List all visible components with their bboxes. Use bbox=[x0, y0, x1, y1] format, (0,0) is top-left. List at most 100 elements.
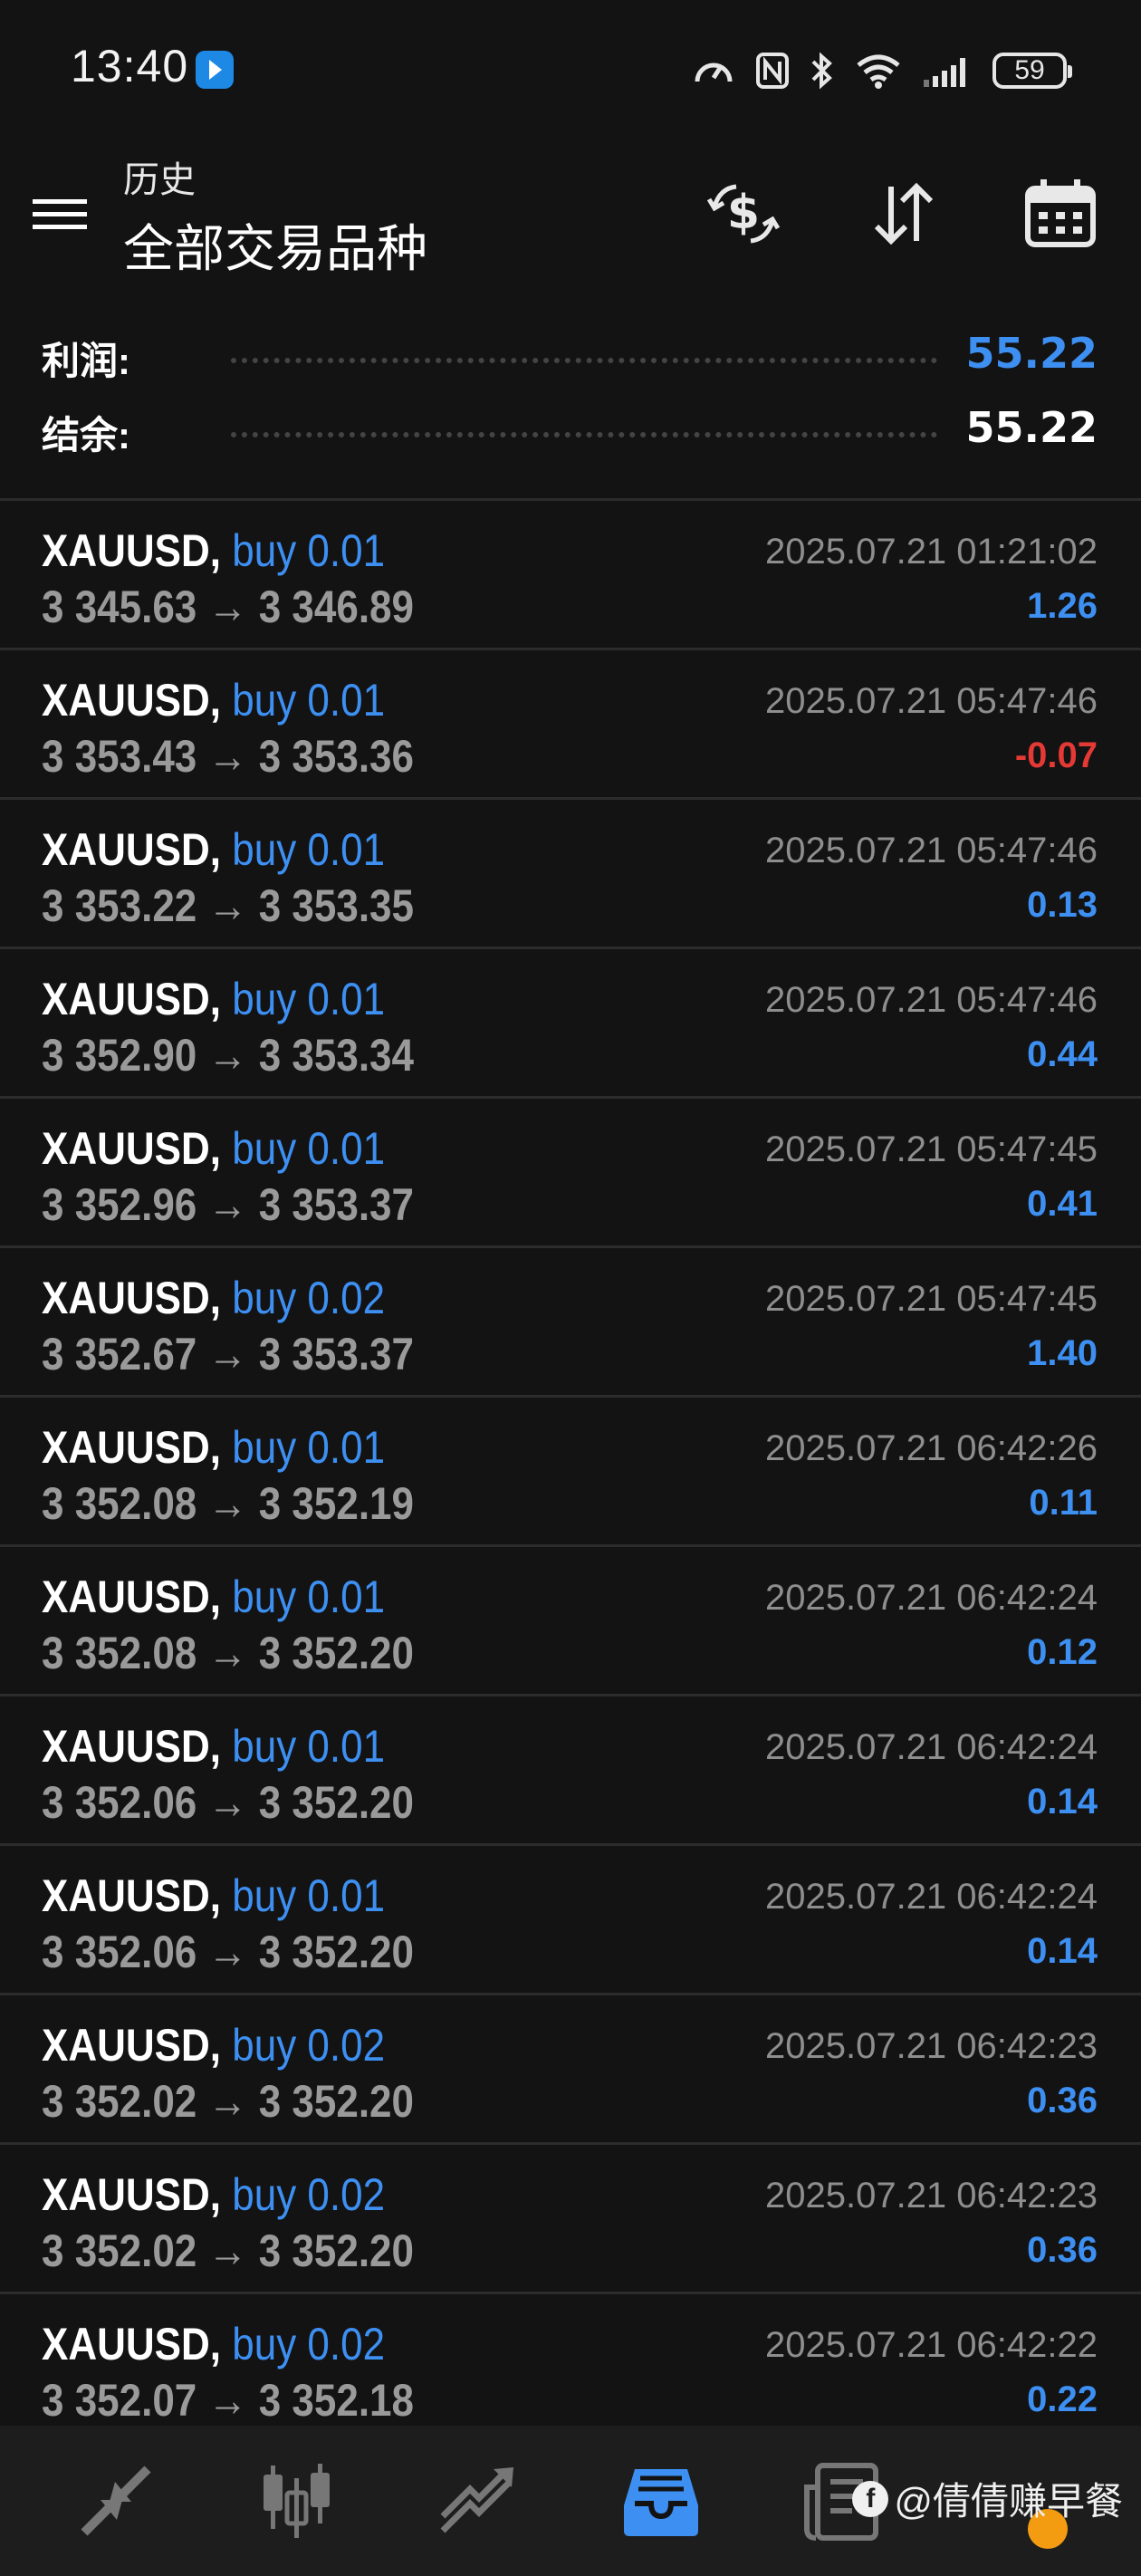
calendar-icon bbox=[1025, 179, 1096, 247]
trade-prices: 3 353.43 → 3 353.36 bbox=[42, 731, 415, 782]
calendar-button[interactable] bbox=[1019, 172, 1102, 255]
currency-exchange-icon: $ bbox=[706, 184, 781, 244]
status-time: 13:40 bbox=[71, 41, 189, 91]
trade-time: 2025.07.21 05:47:45 bbox=[764, 1279, 1098, 1319]
trade-profit: 0.41 bbox=[1027, 1184, 1098, 1224]
symbol-name: XAUUSD, bbox=[42, 1870, 222, 1921]
symbol-name: XAUUSD, bbox=[42, 675, 222, 726]
trade-prices: 3 352.07 → 3 352.18 bbox=[42, 2375, 415, 2426]
trade-side-volume: buy 0.01 bbox=[232, 525, 386, 576]
nav-quotes[interactable] bbox=[71, 2460, 161, 2542]
trade-symbol: XAUUSD, buy 0.01 bbox=[42, 1421, 385, 1474]
trade-time: 2025.07.21 05:47:46 bbox=[764, 681, 1098, 721]
trade-row[interactable]: XAUUSD, buy 0.01 3 352.06 → 3 352.20 2025.… bbox=[0, 1697, 1141, 1846]
app-notification-icon bbox=[196, 51, 234, 89]
sort-button[interactable] bbox=[862, 172, 945, 255]
symbol-name: XAUUSD, bbox=[42, 2020, 222, 2071]
status-bar: 13:40 59 bbox=[0, 0, 1141, 136]
bluetooth-icon bbox=[811, 52, 832, 90]
page-title[interactable]: 全部交易品种 bbox=[123, 208, 427, 282]
trade-row[interactable]: XAUUSD, buy 0.02 3 352.02 → 3 352.20 2025.… bbox=[0, 1995, 1141, 2145]
trade-symbol: XAUUSD, buy 0.01 bbox=[42, 823, 385, 876]
trade-time: 2025.07.21 06:42:24 bbox=[764, 1727, 1098, 1767]
trade-prices: 3 352.08 → 3 352.20 bbox=[42, 1628, 415, 1678]
app-bar: 历史 全部交易品种 $ bbox=[0, 136, 1141, 303]
status-icons: 59 bbox=[692, 45, 1072, 96]
trade-row[interactable]: XAUUSD, buy 0.02 3 352.07 → 3 352.18 2025.… bbox=[0, 2294, 1141, 2444]
trade-time: 2025.07.21 06:42:23 bbox=[764, 2176, 1098, 2216]
sort-icon bbox=[874, 182, 934, 245]
trade-profit: 0.44 bbox=[1027, 1034, 1098, 1074]
trade-side-volume: buy 0.02 bbox=[232, 1273, 386, 1323]
trade-side-volume: buy 0.01 bbox=[232, 974, 386, 1024]
profit-dots bbox=[231, 358, 937, 363]
trade-side-volume: buy 0.02 bbox=[232, 2020, 386, 2071]
trade-time: 2025.07.21 05:47:46 bbox=[764, 831, 1098, 870]
candlestick-chart-icon bbox=[264, 2464, 330, 2538]
symbol-name: XAUUSD, bbox=[42, 974, 222, 1024]
trade-row[interactable]: XAUUSD, buy 0.02 3 352.67 → 3 353.37 2025.… bbox=[0, 1248, 1141, 1398]
trade-prices: 3 353.22 → 3 353.35 bbox=[42, 880, 415, 931]
trade-side-volume: buy 0.02 bbox=[232, 2319, 386, 2369]
trade-symbol: XAUUSD, buy 0.02 bbox=[42, 2019, 385, 2071]
balance-dots bbox=[231, 432, 937, 437]
menu-icon bbox=[33, 199, 87, 229]
trade-profit: 0.11 bbox=[1029, 1483, 1098, 1523]
trade-row[interactable]: XAUUSD, buy 0.01 3 352.08 → 3 352.20 2025.… bbox=[0, 1547, 1141, 1697]
nav-chart[interactable] bbox=[252, 2460, 342, 2542]
trade-side-volume: buy 0.01 bbox=[232, 1572, 386, 1622]
trade-prices: 3 345.63 → 3 346.89 bbox=[42, 582, 415, 632]
trade-list: XAUUSD, buy 0.01 3 345.63 → 3 346.89 2025.… bbox=[0, 501, 1141, 2444]
trade-side-volume: buy 0.01 bbox=[232, 1422, 386, 1473]
page-subtitle: 历史 bbox=[123, 160, 196, 200]
trade-symbol: XAUUSD, buy 0.02 bbox=[42, 2318, 385, 2370]
trade-time: 2025.07.21 01:21:02 bbox=[764, 532, 1098, 572]
symbol-name: XAUUSD, bbox=[42, 1273, 222, 1323]
balance-row: 结余: 55.22 bbox=[0, 396, 1141, 459]
wifi-icon bbox=[857, 54, 900, 89]
trade-side-volume: buy 0.02 bbox=[232, 2169, 386, 2220]
trade-row[interactable]: XAUUSD, buy 0.01 3 345.63 → 3 346.89 2025.… bbox=[0, 501, 1141, 650]
balance-label: 结余: bbox=[42, 414, 130, 457]
trade-row[interactable]: XAUUSD, buy 0.01 3 352.06 → 3 352.20 2025.… bbox=[0, 1846, 1141, 1995]
nav-history[interactable] bbox=[616, 2460, 706, 2542]
trade-time: 2025.07.21 05:47:45 bbox=[764, 1129, 1098, 1169]
menu-button[interactable] bbox=[31, 185, 89, 243]
profit-value: 55.22 bbox=[965, 329, 1098, 378]
trade-profit: 0.36 bbox=[1027, 2230, 1098, 2270]
trade-prices: 3 352.96 → 3 353.37 bbox=[42, 1179, 415, 1230]
symbol-name: XAUUSD, bbox=[42, 1721, 222, 1772]
symbol-name: XAUUSD, bbox=[42, 1572, 222, 1622]
trade-row[interactable]: XAUUSD, buy 0.01 3 352.90 → 3 353.34 2025.… bbox=[0, 949, 1141, 1099]
trade-row[interactable]: XAUUSD, buy 0.01 3 352.08 → 3 352.19 2025.… bbox=[0, 1398, 1141, 1547]
trade-profit: -0.07 bbox=[1014, 735, 1098, 775]
trade-row[interactable]: XAUUSD, buy 0.01 3 353.43 → 3 353.36 2025.… bbox=[0, 650, 1141, 800]
trade-profit: 0.36 bbox=[1027, 2081, 1098, 2120]
trade-row[interactable]: XAUUSD, buy 0.02 3 352.02 → 3 352.20 2025.… bbox=[0, 2145, 1141, 2294]
trade-side-volume: buy 0.01 bbox=[232, 1870, 386, 1921]
trade-symbol: XAUUSD, buy 0.02 bbox=[42, 2168, 385, 2221]
trade-symbol: XAUUSD, buy 0.01 bbox=[42, 1720, 385, 1773]
symbol-name: XAUUSD, bbox=[42, 1123, 222, 1174]
symbol-name: XAUUSD, bbox=[42, 525, 222, 576]
trade-row[interactable]: XAUUSD, buy 0.01 3 352.96 → 3 353.37 2025.… bbox=[0, 1099, 1141, 1248]
trade-prices: 3 352.02 → 3 352.20 bbox=[42, 2225, 415, 2276]
nav-trade[interactable] bbox=[433, 2460, 523, 2542]
weibo-logo-icon: f bbox=[852, 2480, 889, 2517]
trade-row[interactable]: XAUUSD, buy 0.01 3 353.22 → 3 353.35 2025.… bbox=[0, 800, 1141, 949]
trade-time: 2025.07.21 05:47:46 bbox=[764, 980, 1098, 1020]
trade-time: 2025.07.21 06:42:23 bbox=[764, 2026, 1098, 2066]
speed-icon bbox=[695, 62, 733, 82]
balance-value: 55.22 bbox=[965, 403, 1098, 452]
symbol-name: XAUUSD, bbox=[42, 2319, 222, 2369]
trade-prices: 3 352.08 → 3 352.19 bbox=[42, 1478, 415, 1529]
trade-profit: 0.14 bbox=[1027, 1931, 1098, 1971]
trade-symbol: XAUUSD, buy 0.01 bbox=[42, 1870, 385, 1922]
symbol-name: XAUUSD, bbox=[42, 1422, 222, 1473]
watermark-text: @倩倩赚早餐 bbox=[894, 2480, 1123, 2523]
battery-indicator: 59 bbox=[992, 53, 1072, 89]
trade-symbol: XAUUSD, buy 0.01 bbox=[42, 1122, 385, 1175]
trade-side-volume: buy 0.01 bbox=[232, 675, 386, 726]
trade-time: 2025.07.21 06:42:26 bbox=[764, 1428, 1098, 1468]
currency-button[interactable]: $ bbox=[702, 172, 785, 255]
